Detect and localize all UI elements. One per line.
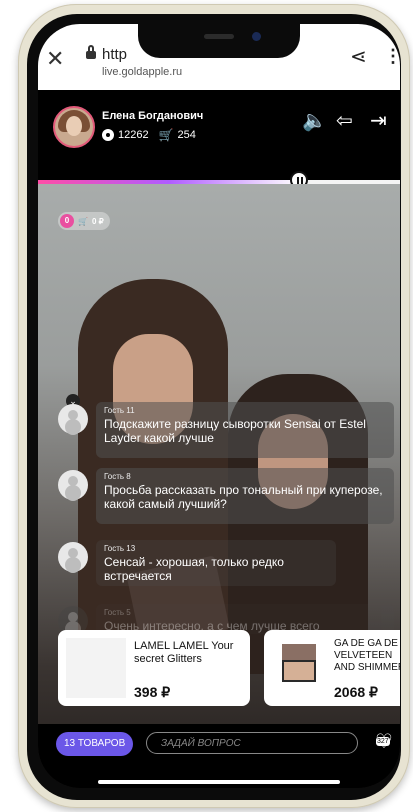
chat-author: Гость 5: [104, 608, 131, 617]
product-card[interactable]: GA DE GA DE VELVETEEN AND SHIMMER 2068 ₽: [264, 630, 400, 706]
product-price: 398 ₽: [134, 684, 171, 700]
like-count: 327: [376, 737, 390, 746]
chat-text: Подскажите разницу сыворотки Sensai от E…: [104, 417, 366, 445]
product-title: LAMEL LAMEL Your secret Glitters: [134, 640, 234, 665]
front-camera: [252, 32, 261, 41]
compact-pan: [282, 660, 316, 682]
close-icon[interactable]: ✕: [46, 46, 64, 72]
eye-icon: [102, 129, 114, 141]
host-avatar[interactable]: [53, 106, 95, 148]
cart-badge[interactable]: 0 🛒 0 ₽: [58, 212, 110, 230]
stream-header: Елена Богданович 12262 🛒 254 🔈 ⇦ ⇥: [38, 90, 400, 182]
chat-bubble: Гость 11 Подскажите разницу сыворотки Se…: [96, 402, 394, 458]
lock-icon: [86, 45, 96, 59]
exit-icon[interactable]: ⇥: [370, 108, 387, 133]
chat-bubble: Гость 13 Сенсай - хорошая, только редко …: [96, 540, 336, 586]
cart-count: 254: [177, 129, 196, 141]
badge-price: 0 ₽: [91, 216, 104, 226]
chat-text: Просьба рассказать про тональный при куп…: [104, 483, 383, 511]
cart-icon: 🛒: [78, 216, 88, 226]
compact-lid: [282, 644, 316, 660]
product-price: 2068 ₽: [334, 684, 378, 700]
cart-icon: 🛒: [158, 128, 174, 142]
goods-button[interactable]: 13 ТОВАРОВ: [56, 732, 134, 756]
viewer-count: 12262: [118, 129, 149, 141]
volume-icon[interactable]: 🔈: [302, 108, 327, 133]
guest-avatar: [58, 542, 88, 572]
url-text[interactable]: http: [102, 46, 127, 63]
chat-author: Гость 8: [104, 472, 131, 481]
chat-text: Сенсай - хорошая, только редко встречает…: [104, 555, 284, 583]
chat-author: Гость 13: [104, 544, 136, 553]
share-back-icon[interactable]: ⇦: [336, 108, 353, 133]
chat-author: Гость 11: [104, 406, 135, 415]
avatar-face: [66, 116, 82, 136]
speaker: [204, 34, 234, 39]
bottom-bar: 13 ТОВАРОВ ЗАДАЙ ВОПРОС ♡327: [38, 724, 400, 788]
host-name: Елена Богданович: [102, 110, 204, 122]
product-card[interactable]: LAMEL LAMEL Your secret Glitters 398 ₽: [58, 630, 250, 706]
menu-icon[interactable]: ⋮: [384, 46, 400, 67]
guest-avatar: [58, 470, 88, 500]
stream-stats: 12262 🛒 254: [102, 128, 196, 142]
chat-bubble: Гость 8 Просьба рассказать про тональный…: [96, 468, 394, 524]
guest-avatar: [58, 404, 88, 434]
heart-icon[interactable]: ♡327: [372, 730, 396, 754]
screen: ✕ http live.goldapple.ru ⋖ ⋮ Елена Богда…: [38, 24, 400, 788]
product-image: [66, 638, 126, 698]
share-icon[interactable]: ⋖: [350, 44, 367, 69]
notch: [138, 24, 300, 58]
url-domain: live.goldapple.ru: [102, 66, 183, 78]
product-title: GA DE GA DE VELVETEEN AND SHIMMER: [334, 638, 400, 673]
badge-count: 0: [60, 214, 74, 228]
ask-question-input[interactable]: ЗАДАЙ ВОПРОС: [146, 732, 358, 754]
product-carousel: LAMEL LAMEL Your secret Glitters 398 ₽ G…: [50, 630, 400, 708]
home-indicator: [98, 780, 340, 784]
product-image: [282, 644, 316, 684]
